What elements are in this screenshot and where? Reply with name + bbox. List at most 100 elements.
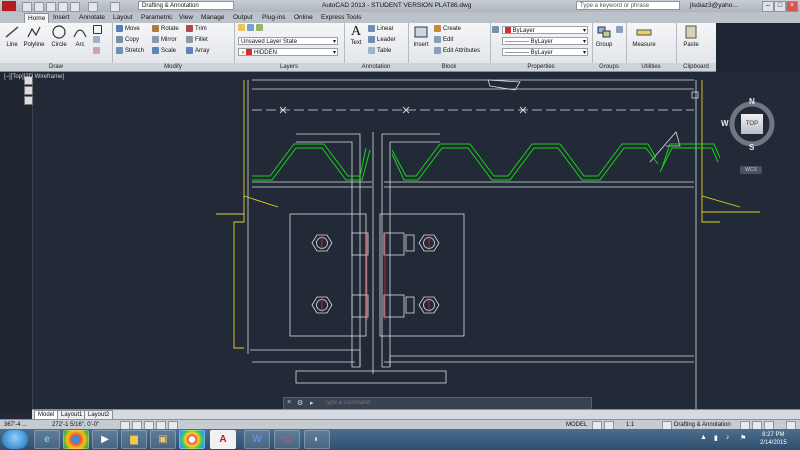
utilities-panel-label[interactable]: Utilities bbox=[626, 63, 676, 71]
text-button[interactable]: A Text bbox=[346, 25, 366, 47]
tab-view[interactable]: View bbox=[176, 13, 196, 23]
plot-icon[interactable] bbox=[70, 2, 80, 12]
tab-insert[interactable]: Insert bbox=[50, 13, 72, 23]
copy-button[interactable]: Copy bbox=[116, 36, 139, 45]
clipboard-panel-label[interactable]: Clipboard bbox=[676, 63, 716, 71]
groups-panel-label[interactable]: Groups bbox=[592, 63, 626, 71]
hatch-button[interactable] bbox=[93, 36, 102, 45]
fillet-button[interactable]: Fillet bbox=[186, 36, 208, 45]
user-account[interactable]: jlsdiaz3@yaho... bbox=[690, 2, 738, 9]
arc-button[interactable]: Arc bbox=[70, 25, 90, 48]
internet-explorer-icon[interactable]: e bbox=[34, 430, 60, 449]
polyline-button[interactable]: Polyline bbox=[22, 25, 46, 48]
chrome-icon[interactable] bbox=[63, 430, 89, 449]
tab-plugins[interactable]: Plug-ins bbox=[259, 13, 288, 23]
workspace-status[interactable]: Drafting & Annotation bbox=[674, 421, 731, 429]
paste-button[interactable]: Paste bbox=[680, 25, 702, 48]
undo-icon[interactable] bbox=[88, 2, 98, 12]
modify-panel-label[interactable]: Modify bbox=[112, 63, 234, 71]
store-icon[interactable]: ▣ bbox=[150, 430, 176, 449]
cmd-customize-icon[interactable]: ⚙ bbox=[297, 399, 303, 407]
create-button[interactable]: Create bbox=[434, 25, 461, 34]
layer-select[interactable]: ● HIDDEN bbox=[238, 48, 338, 56]
tab-annotate[interactable]: Annotate bbox=[76, 13, 108, 23]
trim-button[interactable]: Trim bbox=[186, 25, 207, 34]
lineweight-select[interactable]: ―――― ByLayer bbox=[502, 48, 588, 56]
compass-s[interactable]: S bbox=[749, 143, 754, 152]
compass-w[interactable]: W bbox=[721, 119, 729, 128]
tab-parametric[interactable]: Parametric bbox=[138, 13, 175, 23]
cmd-close-icon[interactable]: × bbox=[287, 399, 291, 406]
new-icon[interactable] bbox=[22, 2, 32, 12]
linetype-select[interactable]: ―――― ByLayer bbox=[502, 37, 588, 45]
redo-icon[interactable] bbox=[110, 2, 120, 12]
word-icon[interactable]: W bbox=[244, 430, 270, 449]
mirror-button[interactable]: Mirror bbox=[152, 36, 177, 45]
open-icon[interactable] bbox=[34, 2, 44, 12]
color-select[interactable]: ByLayer bbox=[502, 26, 588, 34]
media-player-icon[interactable]: ▶ bbox=[92, 430, 118, 449]
layer-state-select[interactable]: Unsaved Layer State bbox=[238, 37, 338, 45]
insert-button[interactable]: Insert bbox=[410, 25, 432, 48]
table-button[interactable]: Table bbox=[368, 47, 391, 56]
scale-button[interactable]: Scale bbox=[152, 47, 176, 56]
tab-output[interactable]: Output bbox=[230, 13, 256, 23]
minimize-button[interactable]: – bbox=[762, 1, 774, 12]
rectangle-button[interactable] bbox=[93, 25, 104, 34]
wcs-menu[interactable]: WCS bbox=[740, 166, 762, 174]
viewport-controls[interactable]: [–][Top][2D Wireframe] bbox=[4, 74, 64, 80]
volume-icon[interactable]: ♪ bbox=[726, 434, 730, 441]
network-app-icon[interactable]: ◐ bbox=[304, 430, 330, 449]
measure-button[interactable]: Measure bbox=[630, 25, 658, 48]
circle-button[interactable]: Circle bbox=[48, 25, 70, 48]
edit-attributes-button[interactable]: Edit Attributes bbox=[434, 47, 480, 56]
autocad-icon[interactable]: A bbox=[210, 430, 236, 449]
close-button[interactable]: × bbox=[786, 1, 798, 12]
match-properties-icon[interactable] bbox=[492, 26, 501, 35]
viewcube[interactable]: TOP N S W bbox=[721, 97, 778, 152]
viewcube-top-face[interactable]: TOP bbox=[741, 114, 763, 134]
move-button[interactable]: Move bbox=[116, 25, 140, 34]
search-input[interactable]: Type a keyword or phrase bbox=[576, 1, 680, 10]
annotation-scale[interactable]: 1:1 bbox=[626, 421, 634, 429]
layers-panel-label[interactable]: Layers bbox=[234, 63, 344, 71]
tab-manage[interactable]: Manage bbox=[198, 13, 228, 23]
compass-n[interactable]: N bbox=[749, 97, 755, 106]
rotate-button[interactable]: Rotate bbox=[152, 25, 179, 34]
linear-button[interactable]: Linear bbox=[368, 25, 394, 34]
tab-online[interactable]: Online bbox=[291, 13, 316, 23]
system-clock[interactable]: 8:27 PM 2/14/2015 bbox=[760, 431, 787, 447]
model-space-toggle[interactable]: MODEL bbox=[566, 421, 587, 429]
network-icon[interactable]: ▮ bbox=[714, 434, 718, 442]
coordinates-readout[interactable]: 367'-4 ... bbox=[4, 421, 27, 429]
stretch-button[interactable]: Stretch bbox=[116, 47, 144, 56]
command-input[interactable] bbox=[324, 399, 584, 407]
tab-layout[interactable]: Layout bbox=[110, 13, 136, 23]
palette-pin-icon[interactable] bbox=[24, 86, 33, 95]
line-button[interactable]: Line bbox=[2, 25, 22, 48]
properties-panel-label[interactable]: Properties bbox=[490, 63, 592, 71]
acrobat-icon[interactable]: ⏢ bbox=[274, 430, 300, 449]
flag-icon[interactable]: ⚑ bbox=[740, 434, 746, 442]
saveas-icon[interactable] bbox=[58, 2, 68, 12]
maximize-button[interactable]: □ bbox=[774, 1, 786, 12]
draw-panel-label[interactable]: Draw bbox=[0, 63, 112, 71]
explorer-icon[interactable]: ▆ bbox=[121, 430, 147, 449]
edit-button[interactable]: Edit bbox=[434, 36, 453, 45]
palette-menu-icon[interactable] bbox=[24, 96, 33, 105]
ungroup-icon[interactable] bbox=[616, 26, 625, 35]
leader-button[interactable]: Leader bbox=[368, 36, 396, 45]
array-button[interactable]: Array bbox=[186, 47, 209, 56]
block-panel-label[interactable]: Block bbox=[408, 63, 490, 71]
picasa-icon[interactable] bbox=[179, 430, 205, 449]
gradient-button[interactable] bbox=[93, 47, 102, 56]
save-icon[interactable] bbox=[46, 2, 56, 12]
layer-properties-icon[interactable] bbox=[238, 24, 265, 33]
workspace-select[interactable]: Drafting & Annotation bbox=[138, 1, 234, 10]
show-hidden-icons-icon[interactable]: ▲ bbox=[700, 434, 707, 441]
tab-express-tools[interactable]: Express Tools bbox=[318, 13, 364, 23]
windows-start-icon[interactable] bbox=[2, 430, 28, 449]
group-button[interactable]: Group bbox=[594, 25, 614, 48]
annotation-panel-label[interactable]: Annotation bbox=[344, 63, 408, 71]
autocad-logo-icon[interactable] bbox=[2, 1, 16, 11]
